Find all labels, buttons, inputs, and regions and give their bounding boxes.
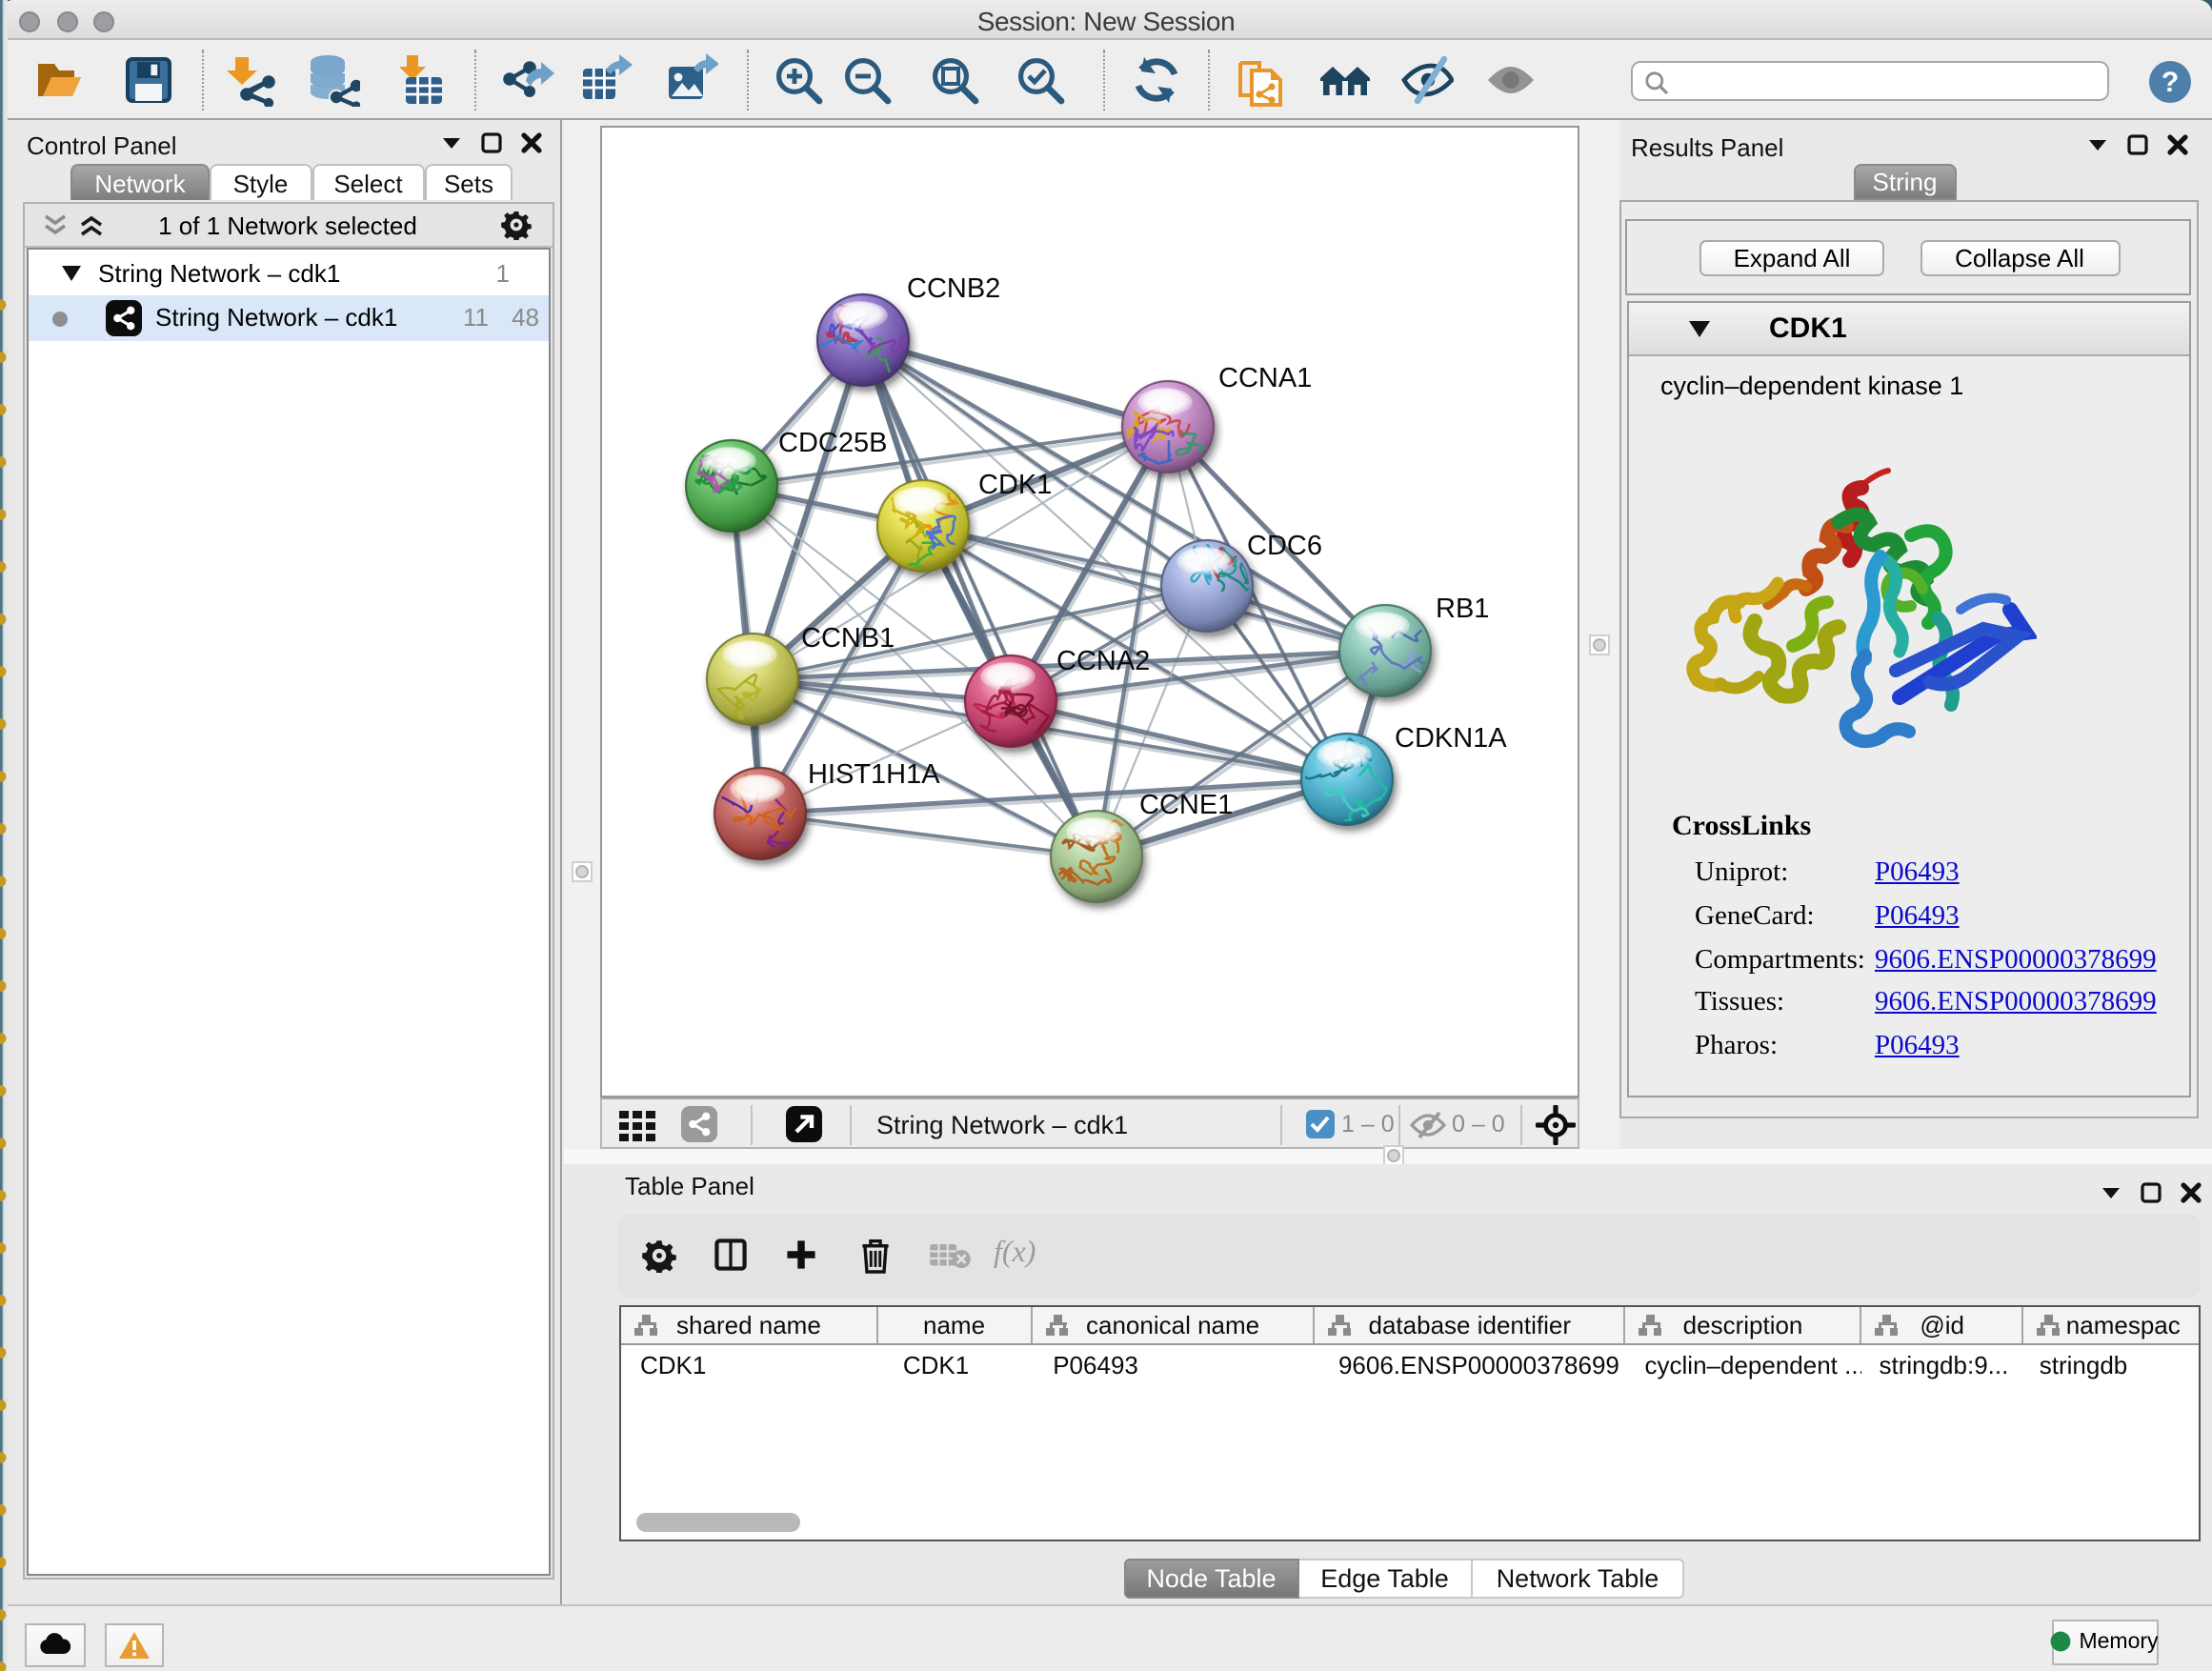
svg-text:CDC6: CDC6 xyxy=(1247,530,1322,560)
svg-text:CDK1: CDK1 xyxy=(978,469,1052,499)
svg-text:?: ? xyxy=(2161,66,2178,97)
svg-text:CDC25B: CDC25B xyxy=(778,427,887,457)
svg-text:RB1: RB1 xyxy=(1436,593,1489,623)
svg-text:CDKN1A: CDKN1A xyxy=(1395,722,1507,753)
svg-text:CCNB2: CCNB2 xyxy=(907,272,1000,303)
svg-text:CCNB1: CCNB1 xyxy=(801,622,895,653)
svg-text:HIST1H1A: HIST1H1A xyxy=(808,758,940,789)
svg-text:CCNA1: CCNA1 xyxy=(1218,362,1312,393)
svg-text:CCNA2: CCNA2 xyxy=(1056,645,1150,675)
svg-text:CCNE1: CCNE1 xyxy=(1139,789,1233,819)
